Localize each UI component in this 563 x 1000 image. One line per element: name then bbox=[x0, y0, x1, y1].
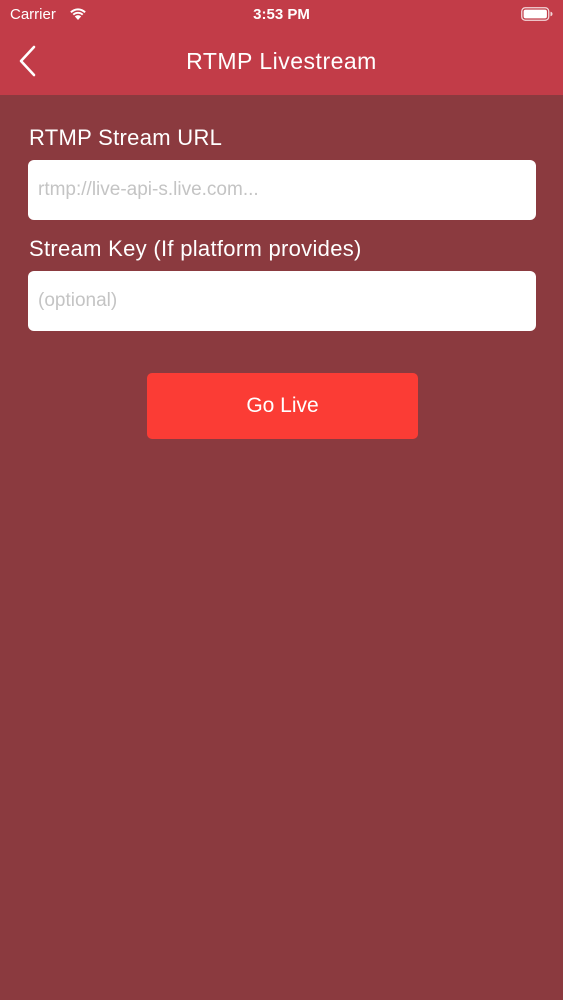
stream-key-label: Stream Key (If platform provides) bbox=[29, 236, 362, 261]
go-live-button[interactable]: Go Live bbox=[147, 373, 418, 439]
battery-icon bbox=[521, 7, 553, 21]
page-title: RTMP Livestream bbox=[186, 48, 377, 74]
status-bar: Carrier 3:53 PM bbox=[0, 0, 563, 30]
stream-url-label: RTMP Stream URL bbox=[29, 125, 223, 150]
stream-url-input[interactable] bbox=[28, 160, 536, 220]
header: Carrier 3:53 PM RTMP Livestream bbox=[0, 0, 563, 95]
status-time: 3:53 PM bbox=[253, 6, 310, 23]
screen: Carrier 3:53 PM RTMP Livestream RTMP Str… bbox=[0, 0, 563, 1000]
nav-bar: RTMP Livestream bbox=[0, 30, 563, 95]
stream-key-input[interactable] bbox=[28, 271, 536, 331]
